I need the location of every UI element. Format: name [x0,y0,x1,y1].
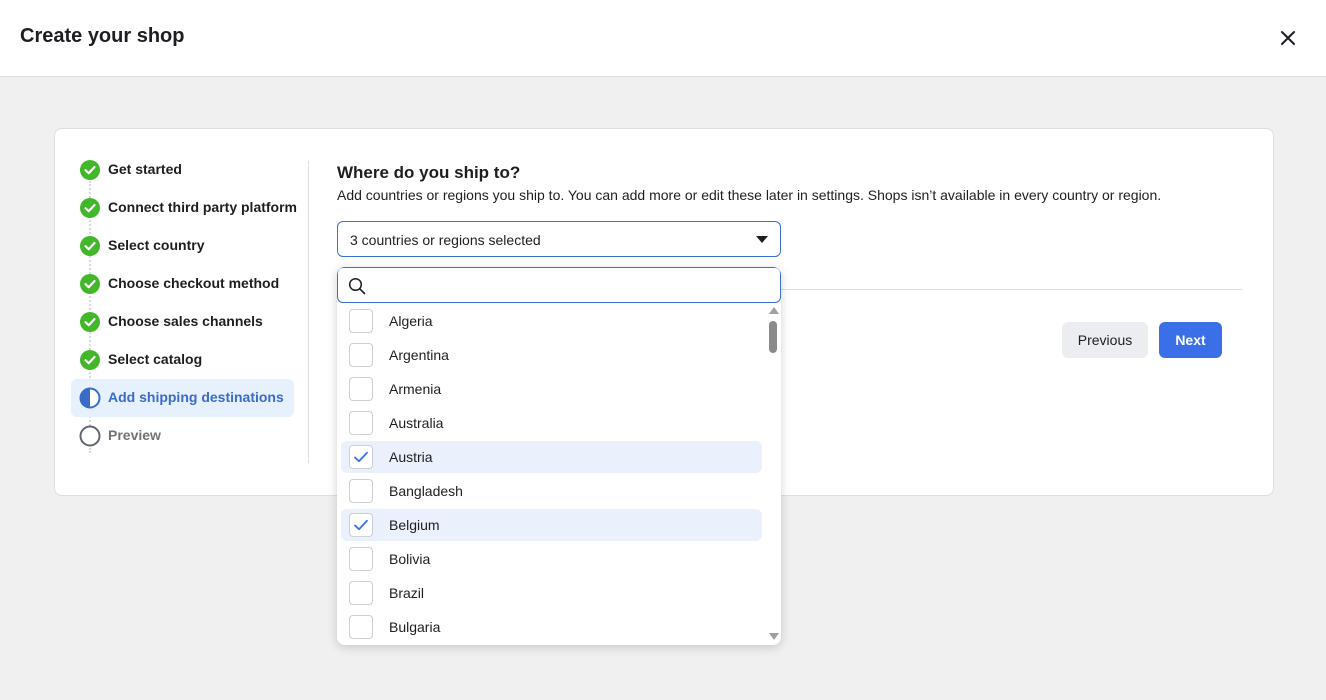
option-bulgaria[interactable]: Bulgaria [341,611,762,643]
step-get-started[interactable]: Get started [71,151,299,189]
section-heading: Where do you ship to? [337,163,521,182]
checkbox[interactable] [349,547,373,571]
step-connect-third-party-platform[interactable]: Connect third party platform [71,189,299,227]
step-label: Connect third party platform [108,199,298,215]
step-label: Add shipping destinations [108,389,284,405]
select-value: 3 countries or regions selected [350,232,541,248]
option-label: Australia [389,415,444,431]
option-bangladesh[interactable]: Bangladesh [341,475,762,507]
option-algeria[interactable]: Algeria [341,305,762,337]
checkbox[interactable] [349,581,373,605]
next-button[interactable]: Next [1159,322,1222,358]
horizontal-divider [755,289,1242,290]
check-circle-icon [79,311,101,333]
option-bolivia[interactable]: Bolivia [341,543,762,575]
option-argentina[interactable]: Argentina [341,339,762,371]
option-label: Algeria [389,313,433,329]
shipping-destinations-select[interactable]: 3 countries or regions selected [337,221,781,257]
step-add-shipping-destinations[interactable]: Add shipping destinations [71,379,294,417]
option-label: Belgium [389,517,440,533]
page-title: Create your shop [20,25,185,47]
step-select-country[interactable]: Select country [71,227,299,265]
close-icon[interactable] [1275,25,1301,51]
option-label: Bulgaria [389,619,441,635]
step-choose-checkout-method[interactable]: Choose checkout method [71,265,299,303]
checkbox-checked[interactable] [349,513,373,537]
step-choose-sales-channels[interactable]: Choose sales channels [71,303,299,341]
check-circle-icon [79,273,101,295]
half-circle-icon [79,387,101,409]
option-australia[interactable]: Australia [341,407,762,439]
step-label: Select country [108,237,205,253]
step-label: Get started [108,161,182,177]
step-label: Preview [108,427,161,443]
checkmark-icon [354,451,368,463]
scrollbar-thumb[interactable] [769,321,777,353]
scroll-down-arrow-icon[interactable] [769,633,779,640]
option-label: Argentina [389,347,449,363]
check-circle-icon [79,197,101,219]
check-circle-icon [79,349,101,371]
option-belgium[interactable]: Belgium [341,509,762,541]
dropdown-scrollbar[interactable] [766,305,780,643]
option-armenia[interactable]: Armenia [341,373,762,405]
checkmark-icon [354,519,368,531]
step-label: Choose checkout method [108,275,280,291]
option-label: Austria [389,449,433,465]
caret-down-icon [756,236,768,243]
option-austria[interactable]: Austria [341,441,762,473]
previous-button[interactable]: Previous [1062,322,1148,358]
section-description: Add countries or regions you ship to. Yo… [337,187,1162,203]
check-circle-icon [79,159,101,181]
checkbox[interactable] [349,411,373,435]
option-brazil[interactable]: Brazil [341,577,762,609]
step-select-catalog[interactable]: Select catalog [71,341,299,379]
steps-list: Get started Connect third party platform… [71,151,299,455]
checkbox[interactable] [349,343,373,367]
empty-circle-icon [79,425,101,447]
checkbox[interactable] [349,309,373,333]
search-icon [348,277,366,295]
vertical-divider [308,161,309,463]
checkbox[interactable] [349,615,373,639]
checkbox[interactable] [349,479,373,503]
search-input[interactable] [374,274,764,298]
option-label: Bolivia [389,551,431,567]
step-label: Select catalog [108,351,203,367]
option-label: Armenia [389,381,442,397]
search-field[interactable] [337,267,781,303]
country-dropdown: Algeria Argentina Armenia Australia Aust… [337,267,781,645]
option-label: Bangladesh [389,483,463,499]
option-label: Brazil [389,585,425,601]
top-bar: Create your shop [0,0,1326,77]
scroll-up-arrow-icon[interactable] [769,307,779,314]
checkbox-checked[interactable] [349,445,373,469]
check-circle-icon [79,235,101,257]
checkbox[interactable] [349,377,373,401]
step-preview[interactable]: Preview [71,417,299,455]
step-label: Choose sales channels [108,313,263,329]
